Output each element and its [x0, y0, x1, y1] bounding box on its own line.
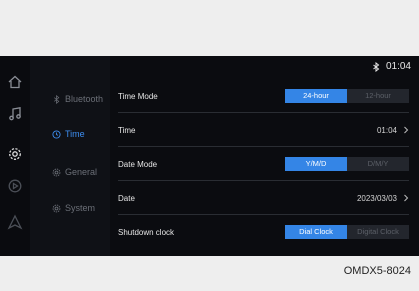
- time-mode-option-24-hour[interactable]: 24-hour: [285, 89, 347, 103]
- date-mode-row: Date Mode Y/M/D D/M/Y: [118, 148, 409, 181]
- shutdown-clock-label: Shutdown clock: [118, 227, 175, 237]
- shutdown-clock-option-digital[interactable]: Digital Clock: [347, 225, 409, 239]
- time-row[interactable]: Time 01:04: [118, 114, 409, 147]
- time-mode-label: Time Mode: [118, 91, 158, 101]
- category-label: Bluetooth: [65, 94, 104, 104]
- date-mode-label: Date Mode: [118, 159, 158, 169]
- category-general[interactable]: General: [52, 165, 97, 179]
- date-label: Date: [118, 193, 135, 203]
- time-mode-toggle: 24-hour 12-hour: [285, 89, 409, 103]
- time-settings-panel: Time Mode 24-hour 12-hour Time 01:04 Dat…: [110, 56, 419, 256]
- category-label: System: [65, 203, 96, 213]
- category-system[interactable]: System: [52, 201, 95, 215]
- shutdown-clock-toggle: Dial Clock Digital Clock: [285, 225, 409, 239]
- date-mode-option-ymd[interactable]: Y/M/D: [285, 157, 347, 171]
- time-mode-row: Time Mode 24-hour 12-hour: [118, 80, 409, 113]
- shutdown-clock-option-dial[interactable]: Dial Clock: [285, 225, 347, 239]
- settings-gear-icon[interactable]: [7, 146, 23, 162]
- home-icon[interactable]: [7, 74, 23, 90]
- date-mode-toggle: Y/M/D D/M/Y: [285, 157, 409, 171]
- gear-icon: [52, 204, 61, 212]
- clock-icon: [52, 129, 61, 139]
- left-icon-rail: [0, 56, 31, 256]
- time-value-group: 01:04: [377, 126, 409, 135]
- category-bluetooth[interactable]: Bluetooth: [52, 92, 103, 106]
- category-list: Bluetooth Time General System: [30, 56, 110, 256]
- category-label: General: [65, 167, 98, 177]
- music-icon[interactable]: [7, 106, 23, 122]
- navigation-icon[interactable]: [7, 214, 23, 230]
- date-mode-option-dmy[interactable]: D/M/Y: [347, 157, 409, 171]
- settings-screen: Bluetooth Time General System 01:04 Time…: [0, 56, 419, 256]
- time-value: 01:04: [376, 125, 397, 135]
- date-value-group: 2023/03/03: [357, 194, 409, 203]
- category-label: Time: [65, 129, 85, 139]
- date-value: 2023/03/03: [356, 193, 397, 203]
- media-circle-icon[interactable]: [7, 178, 23, 194]
- bluetooth-icon: [54, 94, 60, 104]
- time-label: Time: [118, 125, 136, 135]
- shutdown-clock-row: Shutdown clock Dial Clock Digital Clock: [118, 216, 409, 248]
- time-mode-option-12-hour[interactable]: 12-hour: [347, 89, 409, 103]
- gear-icon: [52, 168, 61, 176]
- chevron-right-icon: [404, 126, 409, 134]
- chevron-right-icon: [404, 194, 409, 202]
- category-time[interactable]: Time: [52, 127, 85, 141]
- date-row[interactable]: Date 2023/03/03: [118, 182, 409, 215]
- figure-caption: OMDX5-8024: [343, 265, 411, 277]
